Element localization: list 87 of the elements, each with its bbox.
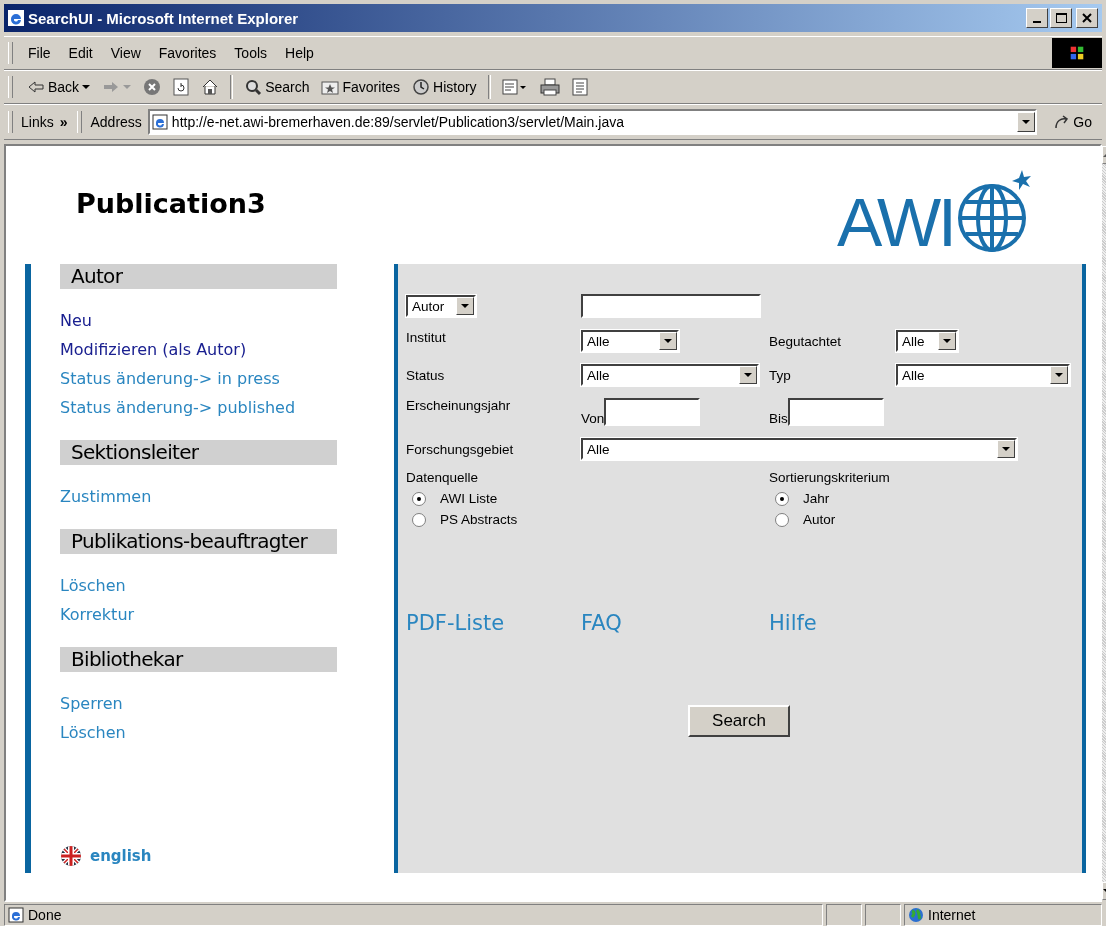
field-label: Typ — [769, 367, 792, 383]
caret-icon — [1050, 366, 1068, 384]
radio-button[interactable] — [775, 512, 789, 527]
section-heading: Sektionsleiter — [60, 440, 337, 465]
dropdown[interactable]: Alle — [896, 364, 1070, 386]
dropdown[interactable]: Alle — [581, 364, 759, 386]
logo-text: AWI — [837, 188, 954, 256]
window-title: SearchUI - Microsoft Internet Explorer — [28, 9, 300, 27]
page-icon — [8, 907, 24, 923]
search-icon — [244, 78, 263, 96]
sidebar-link[interactable]: Status änderung-> in press — [60, 364, 366, 393]
security-zone: Internet — [904, 904, 1102, 926]
radio-button[interactable] — [412, 512, 426, 527]
address-label: Address — [90, 114, 142, 130]
sidebar-link[interactable]: Sperren — [60, 689, 366, 718]
field-label: Begutachtet — [769, 333, 843, 349]
sidebar-link[interactable]: Zustimmen — [60, 482, 366, 511]
sidebar-link[interactable]: Löschen — [60, 571, 366, 600]
field-label: Status — [406, 367, 446, 383]
address-field[interactable]: http://e-net.awi-bremerhaven.de:89/servlet/Publication3/servlet/Main.java — [147, 109, 1038, 135]
year-from-field[interactable] — [604, 398, 701, 426]
field-label: Forschungsgebiet — [406, 441, 515, 457]
radio-label: PS Abstracts — [440, 512, 518, 527]
caret-icon — [1017, 112, 1036, 132]
menu-item[interactable]: Edit — [59, 45, 102, 61]
radio-label: Autor — [803, 512, 836, 527]
go-button[interactable]: Go — [1039, 114, 1102, 130]
links-button[interactable]: Links — [21, 114, 54, 130]
field-label: Von — [581, 411, 605, 426]
clock-icon — [412, 78, 431, 96]
back-button[interactable]: Back — [23, 79, 95, 95]
status-pane — [865, 904, 901, 926]
caret-icon — [997, 440, 1015, 458]
sidebar-link[interactable]: Löschen — [60, 718, 366, 747]
maximize-button[interactable] — [1050, 8, 1072, 28]
section-heading: Publikations-beauftragter — [60, 529, 337, 554]
caret-icon — [456, 297, 474, 315]
caret-icon — [938, 332, 956, 350]
menu-item[interactable]: Tools — [225, 45, 277, 61]
minimize-button[interactable] — [1026, 8, 1048, 28]
sidebar-link[interactable]: Korrektur — [60, 600, 366, 629]
radio-label: Jahr — [803, 491, 830, 506]
field-label: Bis — [769, 411, 788, 426]
menu-item[interactable]: File — [19, 45, 60, 61]
caret-icon — [123, 84, 132, 90]
caret-icon — [82, 84, 91, 90]
globe-icon — [908, 907, 924, 923]
star-folder-icon — [321, 79, 340, 95]
windows-logo-icon — [1052, 38, 1102, 68]
flag-icon — [60, 845, 82, 867]
dropdown[interactable]: Alle — [581, 438, 1017, 460]
status-text: Done — [4, 904, 823, 926]
caret-icon — [739, 366, 757, 384]
page-title: Publication3 — [76, 188, 266, 219]
menu-item[interactable]: Favorites — [149, 45, 226, 61]
menu-item[interactable]: View — [101, 45, 150, 61]
dropdown[interactable]: Autor — [406, 295, 476, 317]
page-icon — [151, 114, 168, 130]
section-heading: Autor — [60, 264, 337, 289]
year-to-field[interactable] — [787, 398, 884, 426]
close-button[interactable] — [1076, 8, 1098, 28]
favorites-button[interactable]: Favorites — [317, 79, 405, 95]
section-heading: Bibliothekar — [60, 647, 337, 672]
group-label: Datenquelle — [406, 470, 480, 485]
search-button[interactable]: Search — [240, 78, 314, 96]
chevron-button[interactable]: » — [59, 114, 68, 130]
dropdown[interactable]: Alle — [896, 330, 958, 352]
radio-button[interactable] — [775, 491, 789, 506]
close-icon — [1082, 13, 1092, 23]
sidebar-link[interactable]: Status änderung-> published — [60, 393, 366, 422]
menu-item[interactable]: Help — [276, 45, 323, 61]
status-pane — [826, 904, 862, 926]
field-label: Erscheinungsjahr — [406, 398, 512, 413]
sidebar-link[interactable]: Neu — [60, 306, 366, 335]
search-field[interactable] — [581, 294, 761, 318]
ie-icon — [8, 10, 24, 26]
search-button[interactable]: Search — [688, 705, 790, 737]
language-link[interactable]: english — [90, 847, 152, 865]
caret-icon — [659, 332, 677, 350]
history-button[interactable]: History — [408, 78, 481, 96]
radio-label: AWI Liste — [440, 491, 498, 506]
sidebar-link[interactable]: Modifizieren (als Autor) — [60, 335, 366, 364]
left-arrow-icon — [27, 80, 45, 94]
radio-button[interactable] — [412, 491, 426, 506]
group-label: Sortierungskriterium — [769, 470, 891, 485]
dropdown[interactable]: Alle — [581, 330, 679, 352]
field-label: Institut — [406, 330, 447, 345]
